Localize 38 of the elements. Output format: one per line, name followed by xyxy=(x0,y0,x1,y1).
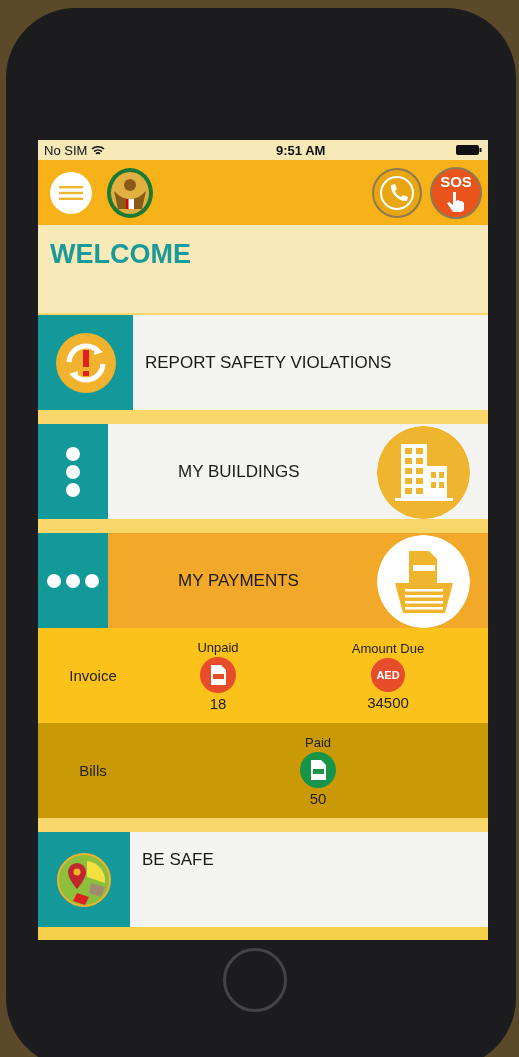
row-label: Invoice xyxy=(68,667,118,684)
menu-button[interactable] xyxy=(50,171,92,214)
invoice-basket-icon xyxy=(377,535,470,628)
wifi-icon xyxy=(91,144,106,156)
home-button[interactable] xyxy=(223,948,287,1012)
welcome-heading: WELCOME xyxy=(50,239,191,269)
stat-value: 34500 xyxy=(367,693,409,711)
stat-label: Amount Due xyxy=(351,640,425,656)
phone-icon xyxy=(379,174,415,211)
menu-icon xyxy=(59,185,83,200)
document-icon xyxy=(300,751,336,788)
horizontal-dots-icon xyxy=(46,572,100,589)
row-label: Bills xyxy=(78,762,108,779)
emblem-logo xyxy=(106,166,154,219)
menu-label: REPORT SAFETY VIOLATIONS xyxy=(145,352,392,373)
vertical-dots-icon xyxy=(65,445,81,498)
carrier-label: No SIM xyxy=(44,142,88,158)
menu-card[interactable]: MY PAYMENTS xyxy=(38,533,488,628)
currency-badge: AED xyxy=(371,657,405,692)
menu-label: MY BUILDINGS xyxy=(178,461,300,482)
stat-value: 18 xyxy=(209,694,227,712)
map-pin-icon xyxy=(57,852,111,907)
menu-card[interactable]: MY BUILDINGS xyxy=(38,424,488,519)
menu-card[interactable]: REPORT SAFETY VIOLATIONS xyxy=(38,315,488,410)
alert-cycle-icon xyxy=(54,331,117,394)
call-button[interactable] xyxy=(372,167,422,218)
menu-card[interactable]: BE SAFE xyxy=(38,832,488,927)
clock-time: 9:51 AM xyxy=(276,142,326,158)
menu-label: BE SAFE xyxy=(142,850,214,870)
menu-label: MY PAYMENTS xyxy=(178,570,299,591)
building-icon xyxy=(377,426,470,519)
stat-label: Unpaid xyxy=(197,639,239,655)
sos-button[interactable]: SOS xyxy=(430,166,482,219)
stat-value: 50 xyxy=(309,789,327,807)
hand-pointer-icon xyxy=(445,189,467,212)
battery-icon xyxy=(456,145,482,155)
document-icon xyxy=(200,656,236,693)
stat-label: Paid xyxy=(305,734,331,750)
